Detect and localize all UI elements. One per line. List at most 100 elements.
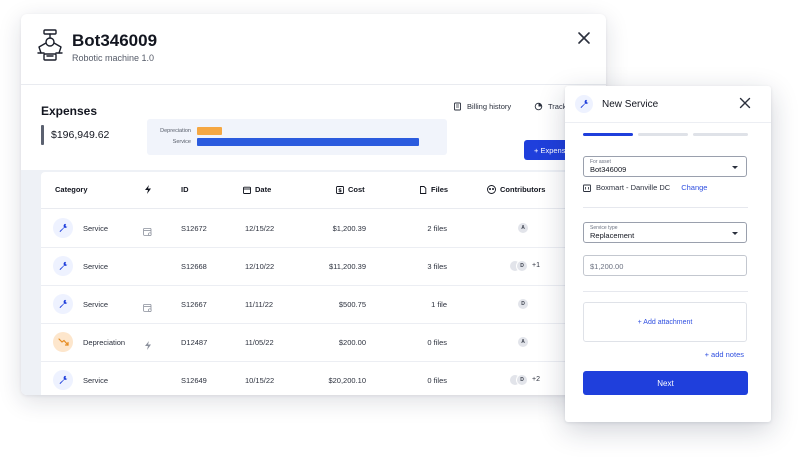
extra-contributors[interactable]: +1 <box>532 262 540 269</box>
col-contributors-label: Contributors <box>500 185 546 194</box>
add-attachment-button[interactable]: + Add attachment <box>583 302 747 342</box>
table-row[interactable]: Service S12668 12/10/22 $11,200.39 3 files D +… <box>41 247 606 286</box>
cell-id: S12672 <box>181 224 207 233</box>
contributors-icon <box>487 185 496 194</box>
cell-date: 11/05/22 <box>245 338 274 347</box>
for-asset-select[interactable]: For asset Bot346009 <box>583 156 747 177</box>
col-files-label: Files <box>431 185 449 194</box>
cell-files[interactable]: 2 files <box>391 224 447 233</box>
extra-contributors[interactable]: +2 <box>532 376 540 383</box>
expenses-summary: Expenses $196,949.62 Depreciation Servic… <box>21 85 606 170</box>
bolt-icon <box>145 185 151 194</box>
cell-category: Service <box>83 262 109 271</box>
col-cost[interactable]: $ Cost <box>336 185 365 194</box>
expenses-title: Expenses <box>41 104 98 118</box>
table-row[interactable]: Depreciation D12487 11/05/22 $200.00 0 files… <box>41 323 606 362</box>
asset-location: Boxmart - Danville DC Change <box>583 183 707 192</box>
avatar[interactable]: A <box>518 223 528 233</box>
track-label: Track <box>548 102 567 111</box>
expenses-table-area: Category ID Date $ Cost Files Contributo… <box>21 170 606 395</box>
expenses-total: $196,949.62 <box>51 129 110 141</box>
expenses-table: Category ID Date $ Cost Files Contributo… <box>41 172 606 395</box>
cell-files[interactable]: 0 files <box>391 376 447 385</box>
cell-date: 11/11/22 <box>245 300 274 309</box>
amount-placeholder: $1,200.00 <box>590 262 624 271</box>
table-row[interactable]: Service S12667 11/11/22 $500.75 1 file D <box>41 285 606 324</box>
calendar-icon <box>143 299 152 317</box>
close-icon[interactable] <box>739 97 751 109</box>
cell-id: S12668 <box>181 262 207 271</box>
amount-input[interactable]: $1,200.00 <box>583 255 747 276</box>
service-type-value: Replacement <box>590 231 635 240</box>
for-asset-value: Bot346009 <box>590 165 627 174</box>
col-cost-label: Cost <box>348 185 365 194</box>
depreciation-icon <box>53 332 73 352</box>
panel-header: New Service <box>565 86 771 123</box>
billing-history-label: Billing history <box>467 102 512 111</box>
cell-category: Service <box>83 376 109 385</box>
svg-text:$: $ <box>338 188 342 194</box>
chevron-down-icon <box>732 232 738 235</box>
billing-history-link[interactable]: Billing history <box>453 102 511 111</box>
wrench-icon <box>53 370 73 390</box>
step-progress <box>583 133 748 136</box>
step-2 <box>638 133 688 136</box>
track-icon <box>534 102 543 111</box>
chart-bar-depreciation <box>197 127 223 135</box>
cell-cost: $500.75 <box>338 300 366 309</box>
cell-category: Service <box>83 224 109 233</box>
table-row[interactable]: Service S12672 12/15/22 $1,200.39 2 files A <box>41 209 606 248</box>
cell-id: S12667 <box>181 300 207 309</box>
cell-files[interactable]: 3 files <box>391 262 447 271</box>
chart-label-service: Service <box>172 139 191 145</box>
table-header: Category ID Date $ Cost Files Contributo… <box>41 172 606 209</box>
col-date[interactable]: Date <box>243 185 271 194</box>
track-link[interactable]: Track <box>534 102 566 111</box>
cell-date: 12/15/22 <box>245 224 275 233</box>
chart-bar-service <box>197 138 419 146</box>
avatar[interactable]: D <box>518 299 528 309</box>
asset-header: Bot346009 Robotic machine 1.0 <box>21 14 606 85</box>
service-type-select[interactable]: Service type Replacement <box>583 222 747 243</box>
col-files[interactable]: Files <box>419 185 448 194</box>
col-category[interactable]: Category <box>55 185 88 194</box>
avatar[interactable]: A <box>518 337 528 347</box>
wrench-icon <box>53 256 73 276</box>
cell-id: D12487 <box>181 338 208 347</box>
cell-date: 10/15/22 <box>245 376 275 385</box>
change-location-link[interactable]: Change <box>681 183 707 192</box>
cell-files[interactable]: 0 files <box>391 338 447 347</box>
receipt-icon <box>454 102 461 111</box>
cell-cost: $200.00 <box>338 338 366 347</box>
table-row[interactable]: Service S12649 10/15/22 $20,200.10 0 files D +… <box>41 361 606 395</box>
col-id[interactable]: ID <box>181 185 189 194</box>
asset-window: Bot346009 Robotic machine 1.0 Expenses $… <box>21 14 606 395</box>
wrench-icon <box>53 218 73 238</box>
add-notes-link[interactable]: + add notes <box>705 350 744 359</box>
col-contributors[interactable]: Contributors <box>487 185 545 194</box>
file-icon <box>420 185 427 194</box>
cell-category: Depreciation <box>83 338 126 347</box>
cell-cost: $20,200.10 <box>328 376 366 385</box>
next-button[interactable]: Next <box>583 371 748 395</box>
cost-icon: $ <box>336 185 344 194</box>
calendar-icon <box>143 223 152 241</box>
cell-cost: $1,200.39 <box>332 224 366 233</box>
cell-files[interactable]: 1 file <box>391 300 447 309</box>
expenses-breakdown-chart: Depreciation Service <box>147 119 447 155</box>
total-accent-bar <box>41 125 44 145</box>
asset-title: Bot346009 <box>72 31 158 50</box>
asset-subtitle: Robotic machine 1.0 <box>72 53 155 63</box>
close-icon[interactable] <box>576 30 592 46</box>
wrench-icon <box>53 294 73 314</box>
avatar[interactable]: D <box>517 375 527 385</box>
divider <box>583 291 748 292</box>
building-icon <box>583 184 591 192</box>
panel-title: New Service <box>602 99 659 110</box>
new-service-panel: New Service For asset Bot346009 Boxmart … <box>565 86 771 422</box>
calendar-icon <box>243 186 251 194</box>
col-date-label: Date <box>255 185 272 194</box>
chevron-down-icon <box>732 166 738 169</box>
avatar[interactable]: D <box>517 261 527 271</box>
wrench-icon <box>575 95 593 113</box>
